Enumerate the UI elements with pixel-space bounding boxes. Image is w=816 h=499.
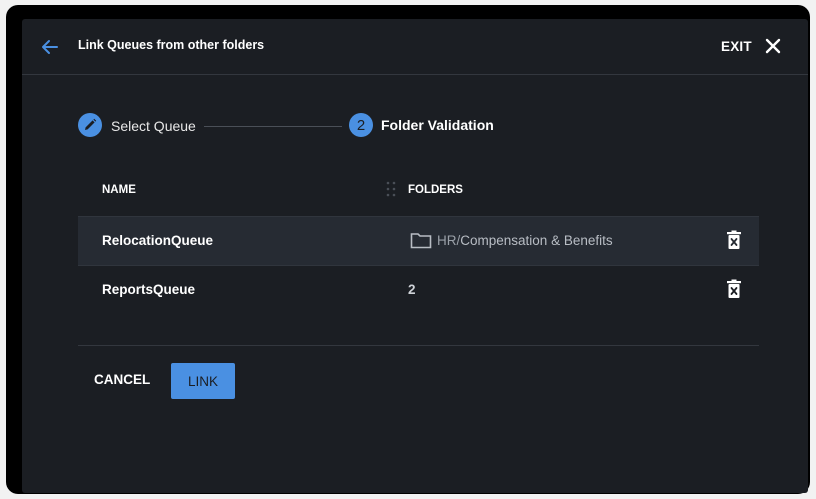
folder-count[interactable]: 2 [408,282,416,297]
footer-divider [78,345,759,346]
folder-icon [410,233,432,249]
delete-icon[interactable] [726,230,742,250]
window-frame: Link Queues from other folders EXIT Sele… [6,5,810,494]
dialog-title: Link Queues from other folders [78,38,265,52]
step-2-badge: 2 [349,113,373,137]
table-row[interactable]: ReportsQueue 2 [78,266,759,314]
folder-parent: HR [437,232,457,248]
stepper-connector [204,126,342,127]
folder-name: Compensation & Benefits [460,232,613,248]
cancel-button[interactable]: CANCEL [94,372,150,387]
close-icon[interactable] [765,38,781,54]
table-row[interactable]: RelocationQueue HR / Compensation & Bene… [78,216,759,266]
queue-name: RelocationQueue [102,233,214,248]
delete-icon[interactable] [726,279,742,299]
pencil-icon [85,118,97,130]
column-resize-handle-icon[interactable] [386,181,396,197]
column-header-name[interactable]: NAME [102,184,136,196]
queue-name: ReportsQueue [102,282,196,297]
back-arrow-icon[interactable] [40,37,60,57]
link-queues-dialog: Link Queues from other folders EXIT Sele… [22,19,808,493]
exit-button[interactable]: EXIT [721,36,781,56]
step-2-label: Folder Validation [381,117,494,133]
dialog-header: Link Queues from other folders EXIT [22,19,808,75]
exit-label: EXIT [721,38,752,54]
column-header-folders[interactable]: FOLDERS [408,184,463,196]
folder-path[interactable]: HR / Compensation & Benefits [410,231,613,249]
step-1-label[interactable]: Select Queue [111,118,196,134]
step-1-badge[interactable] [78,113,102,137]
link-button[interactable]: LINK [171,363,235,399]
